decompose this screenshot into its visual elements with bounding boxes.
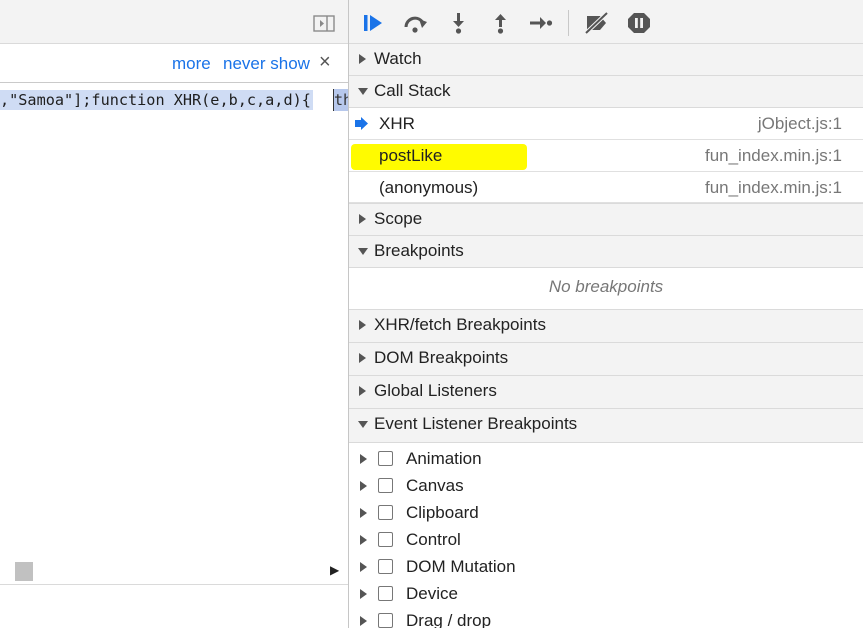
event-category-animation[interactable]: Animation (349, 446, 863, 473)
xhr-breakpoints-section-header[interactable]: XHR/fetch Breakpoints (349, 310, 863, 343)
source-pane: more never show × ,"Samoa"];function XHR… (0, 0, 348, 628)
step-over-icon[interactable] (402, 11, 428, 35)
category-checkbox[interactable] (378, 478, 393, 493)
call-stack-section-header[interactable]: Call Stack (349, 76, 863, 108)
category-checkbox[interactable] (378, 505, 393, 520)
expand-arrow-icon (359, 386, 366, 396)
expand-arrow-icon (359, 353, 366, 363)
horizontal-scrollbar[interactable]: ▶ (0, 560, 348, 582)
source-infobar: more never show × (0, 45, 348, 83)
never-show-link[interactable]: never show (223, 54, 310, 74)
event-category-device[interactable]: Device (349, 581, 863, 608)
expand-arrow-icon (360, 454, 367, 464)
source-status-bar (0, 584, 348, 628)
step-icon[interactable] (528, 11, 554, 35)
toggle-debugger-sidebar-icon[interactable] (313, 15, 335, 32)
more-link[interactable]: more (172, 54, 211, 74)
frame-location: fun_index.min.js:1 (704, 146, 842, 165)
debugger-toolbar (349, 0, 863, 44)
step-out-icon[interactable] (488, 11, 514, 35)
resume-icon[interactable] (361, 11, 387, 35)
section-title: Global Listeners (374, 381, 497, 400)
category-label: Canvas (406, 476, 464, 495)
category-checkbox[interactable] (378, 532, 393, 547)
category-label: DOM Mutation (406, 557, 516, 576)
deactivate-breakpoints-icon[interactable] (583, 11, 609, 35)
global-listeners-section-header[interactable]: Global Listeners (349, 376, 863, 409)
frame-location: jObject.js:1 (757, 114, 842, 133)
frame-name: postLike (379, 146, 443, 165)
expand-arrow-icon (360, 508, 367, 518)
event-listener-breakpoints-section-header[interactable]: Event Listener Breakpoints (349, 409, 863, 443)
expand-arrow-icon (360, 535, 367, 545)
empty-message: No breakpoints (548, 277, 664, 296)
event-category-drag-drop[interactable]: Drag / drop (349, 608, 863, 628)
category-checkbox[interactable] (378, 451, 393, 466)
section-title: Watch (374, 49, 422, 68)
frame-location: fun_index.min.js:1 (704, 178, 842, 197)
source-toolbar (0, 0, 348, 44)
event-category-clipboard[interactable]: Clipboard (349, 500, 863, 527)
section-title: XHR/fetch Breakpoints (374, 315, 546, 334)
section-title: Call Stack (374, 81, 451, 100)
category-checkbox[interactable] (378, 586, 393, 601)
collapse-arrow-icon (358, 88, 368, 95)
step-into-icon[interactable] (446, 11, 472, 35)
code-line[interactable]: ,"Samoa"];function XHR(e,b,c,a,d){ th (0, 88, 348, 112)
section-title: Breakpoints (374, 241, 464, 260)
category-label: Control (406, 530, 461, 549)
frame-name: (anonymous) (379, 178, 479, 197)
category-label: Clipboard (406, 503, 479, 522)
breakpoints-empty: No breakpoints (349, 268, 863, 310)
watch-section-header[interactable]: Watch (349, 44, 863, 76)
expand-arrow-icon (359, 54, 366, 64)
pause-on-exceptions-icon[interactable] (626, 11, 652, 35)
expand-arrow-icon (360, 481, 367, 491)
expand-arrow-icon (360, 562, 367, 572)
collapse-arrow-icon (358, 248, 368, 255)
expand-arrow-icon (359, 214, 366, 224)
frame-name: XHR (379, 114, 415, 133)
call-frame-xhr[interactable]: XHR jObject.js:1 (349, 108, 863, 140)
call-frame-postlike[interactable]: postLike fun_index.min.js:1 (349, 140, 863, 172)
category-checkbox[interactable] (378, 613, 393, 628)
event-category-dom-mutation[interactable]: DOM Mutation (349, 554, 863, 581)
event-category-control[interactable]: Control (349, 527, 863, 554)
code-text: ,"Samoa"];function XHR(e,b,c,a,d){ (0, 90, 313, 110)
breakpoints-section-header[interactable]: Breakpoints (349, 236, 863, 268)
code-selection: th (333, 89, 348, 111)
scroll-right-icon[interactable]: ▶ (330, 563, 339, 577)
debugger-sidebar: Watch Call Stack XHR jObject.js:1 postLi… (349, 0, 863, 628)
event-category-canvas[interactable]: Canvas (349, 473, 863, 500)
scope-section-header[interactable]: Scope (349, 203, 863, 236)
expand-arrow-icon (360, 589, 367, 599)
scrollbar-thumb[interactable] (15, 562, 33, 581)
toolbar-separator (568, 10, 569, 36)
expand-arrow-icon (359, 320, 366, 330)
collapse-arrow-icon (358, 421, 368, 428)
call-frame-anonymous[interactable]: (anonymous) fun_index.min.js:1 (349, 172, 863, 203)
expand-arrow-icon (360, 616, 367, 626)
current-frame-arrow-icon (355, 117, 368, 130)
category-label: Animation (406, 449, 482, 468)
section-title: Event Listener Breakpoints (374, 414, 578, 433)
close-icon[interactable]: × (319, 51, 331, 74)
category-checkbox[interactable] (378, 559, 393, 574)
section-title: DOM Breakpoints (374, 348, 509, 367)
category-label: Device (406, 584, 458, 603)
section-title: Scope (374, 209, 423, 228)
category-label: Drag / drop (406, 611, 492, 628)
dom-breakpoints-section-header[interactable]: DOM Breakpoints (349, 343, 863, 376)
